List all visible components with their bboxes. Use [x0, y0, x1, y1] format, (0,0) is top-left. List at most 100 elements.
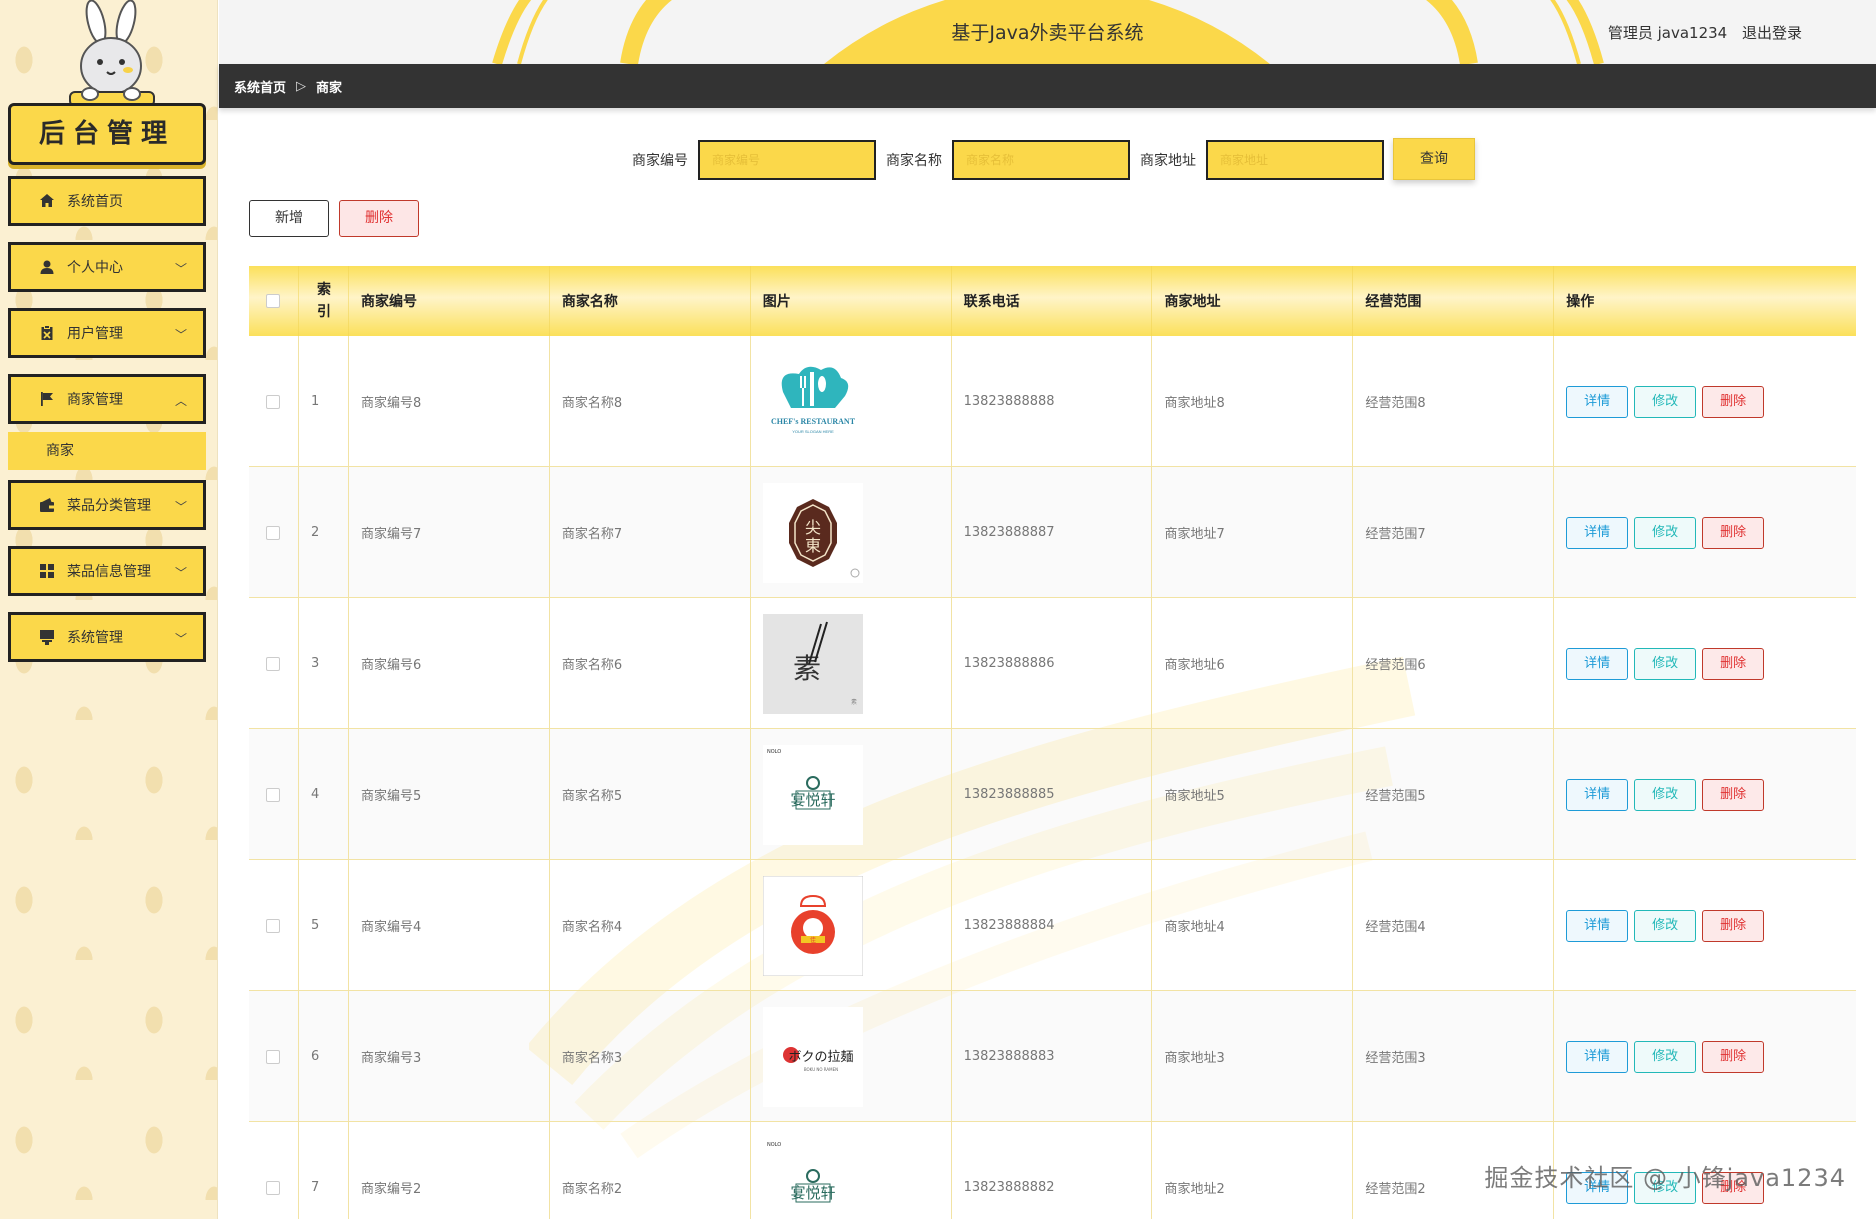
delete-button[interactable]: 删除	[1702, 647, 1765, 680]
detail-button[interactable]: 详情	[1566, 778, 1629, 811]
row-select-cell	[249, 467, 299, 598]
menu-item-system-management[interactable]: 系统管理 ﹀	[8, 612, 206, 662]
row-checkbox[interactable]	[266, 1180, 281, 1195]
merchant-address-input[interactable]	[1206, 140, 1384, 180]
submenu-item-merchant[interactable]: 商家	[8, 432, 206, 470]
cell-operations: 详情 修改 删除	[1554, 860, 1856, 991]
query-button[interactable]: 查询	[1393, 138, 1475, 180]
row-select-cell	[249, 598, 299, 729]
user-area: 管理员 java1234 退出登录	[1602, 22, 1802, 43]
row-checkbox[interactable]	[266, 525, 281, 540]
cell-scope: 经营范围6	[1353, 598, 1555, 729]
row-checkbox[interactable]	[266, 1049, 281, 1064]
svg-text:BOKU NO RAMEN: BOKU NO RAMEN	[804, 1067, 838, 1072]
svg-text:東: 東	[805, 536, 821, 555]
add-button[interactable]: 新增	[249, 200, 329, 237]
cell-scope: 经营范围7	[1353, 467, 1555, 598]
cell-phone: 13823888885	[952, 729, 1153, 860]
menu-item-merchant-management[interactable]: 商家管理 ︿	[8, 374, 206, 424]
merchant-logo-image[interactable]: 佳	[762, 875, 863, 976]
cell-code: 商家编号4	[349, 860, 550, 991]
menu-item-user-management[interactable]: 用户管理 ﹀	[8, 308, 206, 358]
select-all-checkbox[interactable]	[266, 294, 281, 308]
header-operations: 操作	[1566, 294, 1595, 310]
cell-code: 商家编号3	[349, 991, 550, 1122]
sidebar: 后台管理 系统首页 个人中心 ﹀ 用户管理 ﹀ 商家管理 ︿ 商家 菜品分类管理…	[0, 0, 218, 1219]
cell-name: 商家名称8	[550, 336, 751, 467]
merchant-code-input[interactable]	[698, 140, 876, 180]
cell-name: 商家名称4	[550, 860, 751, 991]
home-icon	[39, 193, 55, 209]
svg-text:YOUR SLOGAN HERE: YOUR SLOGAN HERE	[792, 429, 834, 434]
svg-text:素: 素	[851, 698, 857, 706]
row-checkbox[interactable]	[266, 787, 281, 802]
breadcrumb-current: 商家	[316, 80, 343, 96]
edit-button[interactable]: 修改	[1634, 647, 1697, 680]
cell-code: 商家编号8	[349, 336, 550, 467]
cell-phone: 13823888884	[952, 860, 1153, 991]
menu-item-personal-center[interactable]: 个人中心 ﹀	[8, 242, 206, 292]
cell-code: 商家编号2	[349, 1122, 550, 1219]
menu-item-dish-info-management[interactable]: 菜品信息管理 ﹀	[8, 546, 206, 596]
cell-scope: 经营范围3	[1353, 991, 1555, 1122]
cell-operations: 详情 修改 删除	[1554, 991, 1856, 1122]
delete-button[interactable]: 删除	[1702, 1040, 1765, 1073]
chevron-down-icon: ﹀	[174, 566, 187, 580]
batch-delete-button[interactable]: 删除	[339, 200, 419, 237]
cell-phone: 13823888887	[952, 467, 1153, 598]
breadcrumb-home[interactable]: 系统首页	[234, 77, 286, 96]
svg-text:宴悦轩: 宴悦轩	[790, 791, 835, 809]
edit-button[interactable]: 修改	[1634, 516, 1697, 549]
delete-button[interactable]: 删除	[1702, 778, 1765, 811]
cell-image: 佳	[751, 860, 952, 991]
delete-button[interactable]: 删除	[1702, 385, 1765, 418]
breadcrumb-separator-icon: ▷	[296, 78, 307, 94]
delete-button[interactable]: 删除	[1702, 909, 1765, 942]
menu-label: 用户管理	[67, 326, 123, 342]
header-name: 商家名称	[550, 266, 751, 336]
menu-label: 菜品信息管理	[67, 564, 151, 580]
watermark: 掘金技术社区 @ 小锋java1234	[1484, 1164, 1846, 1192]
merchant-logo-image[interactable]: 宴悦轩 NOLO	[762, 1137, 863, 1219]
row-checkbox[interactable]	[266, 394, 281, 409]
cell-name: 商家名称2	[550, 1122, 751, 1219]
merchant-logo-image[interactable]: 宴悦轩 NOLO	[762, 744, 863, 845]
merchant-name-input[interactable]	[952, 140, 1130, 180]
header-scope: 经营范围	[1353, 266, 1555, 336]
detail-button[interactable]: 详情	[1566, 516, 1629, 549]
delete-button[interactable]: 删除	[1702, 516, 1765, 549]
cell-image: 宴悦轩 NOLO	[751, 1122, 952, 1219]
edit-button[interactable]: 修改	[1634, 909, 1697, 942]
edit-button[interactable]: 修改	[1634, 385, 1697, 418]
detail-button[interactable]: 详情	[1566, 385, 1629, 418]
cell-name: 商家名称7	[550, 467, 751, 598]
detail-button[interactable]: 详情	[1566, 909, 1629, 942]
menu-item-home[interactable]: 系统首页	[8, 176, 206, 226]
cell-index: 6	[299, 991, 349, 1122]
cell-index: 2	[299, 467, 349, 598]
cell-scope: 经营范围5	[1353, 729, 1555, 860]
cell-image: 素素	[751, 598, 952, 729]
merchant-logo-image[interactable]: CHEF's RESTAURANT YOUR SLOGAN HERE	[762, 351, 863, 452]
merchant-address-label: 商家地址	[1140, 153, 1196, 169]
svg-text:ボクの拉麺: ボクの拉麺	[788, 1050, 853, 1065]
cell-address: 商家地址3	[1152, 991, 1354, 1122]
menu-label: 个人中心	[67, 260, 123, 276]
edit-button[interactable]: 修改	[1634, 778, 1697, 811]
edit-button[interactable]: 修改	[1634, 1040, 1697, 1073]
row-select-cell	[249, 991, 299, 1122]
merchant-logo-image[interactable]: ボクの拉麺 BOKU NO RAMEN	[762, 1006, 863, 1107]
merchant-logo-image[interactable]: 素素	[762, 613, 863, 714]
row-checkbox[interactable]	[266, 918, 281, 933]
detail-button[interactable]: 详情	[1566, 647, 1629, 680]
cell-index: 5	[299, 860, 349, 991]
detail-button[interactable]: 详情	[1566, 1040, 1629, 1073]
merchant-logo-image[interactable]: 尖東	[762, 482, 863, 583]
user-icon	[39, 259, 55, 275]
row-checkbox[interactable]	[266, 656, 281, 671]
cell-image: 尖東	[751, 467, 952, 598]
logout-link[interactable]: 退出登录	[1742, 24, 1802, 42]
menu-item-dish-category-management[interactable]: 菜品分类管理 ﹀	[8, 480, 206, 530]
cell-address: 商家地址7	[1152, 467, 1354, 598]
svg-text:宴悦轩: 宴悦轩	[790, 1184, 835, 1202]
